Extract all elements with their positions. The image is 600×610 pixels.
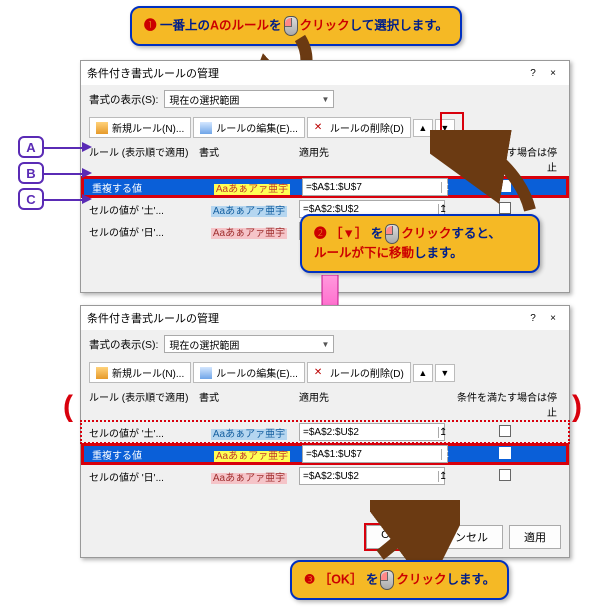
arrow-brown-2	[430, 130, 550, 220]
marker-C: C	[18, 188, 44, 210]
help-icon[interactable]: ?	[523, 313, 543, 324]
range-picker-icon[interactable]: ↥	[441, 449, 450, 460]
dialog-title: 条件付き書式ルールの管理	[87, 310, 523, 326]
range-picker-icon[interactable]: ↥	[438, 427, 447, 438]
step3-number: ❸	[304, 572, 315, 586]
titlebar: 条件付き書式ルールの管理 ? ×	[81, 61, 569, 85]
swap-paren-right: )	[572, 390, 582, 424]
move-up-button[interactable]: ▲	[413, 364, 433, 382]
range-A[interactable]: ↥	[302, 178, 448, 196]
range-picker-icon[interactable]: ↥	[438, 471, 447, 482]
dialog-rules-manager-after: 条件付き書式ルールの管理 ? × 書式の表示(S): 現在の選択範囲 ▼ 新規ル…	[80, 305, 570, 558]
rules-header: ルール (表示順で適用) 書式 適用先 条件を満たす場合は停止	[81, 387, 569, 421]
titlebar: 条件付き書式ルールの管理 ? ×	[81, 306, 569, 330]
marker-B-line	[44, 173, 84, 175]
range-C[interactable]: ↥	[299, 467, 445, 485]
mouse-icon	[380, 570, 394, 590]
dialog-title: 条件付き書式ルールの管理	[87, 65, 523, 81]
format-sample-C: Aaあぁアァ亜宇	[211, 473, 287, 484]
mouse-icon	[385, 224, 399, 244]
close-icon[interactable]: ×	[543, 68, 563, 79]
apply-button[interactable]: 適用	[509, 525, 561, 549]
close-icon[interactable]: ×	[543, 313, 563, 324]
format-sample-A: Aaあぁアァ亜宇	[214, 451, 290, 462]
arrow-brown-3	[370, 500, 460, 560]
callout-step2: ❷ ［▼］ をクリックすると、 ルールが下に移動します。	[300, 214, 540, 273]
format-sample-B: Aaあぁアァ亜宇	[211, 206, 287, 217]
stop-checkbox-B[interactable]	[499, 425, 511, 437]
format-sample-C: Aaあぁアァ亜宇	[211, 228, 287, 239]
move-down-button[interactable]: ▼	[435, 364, 455, 382]
display-for-dropdown[interactable]: 現在の選択範囲 ▼	[164, 90, 334, 108]
range-B[interactable]: ↥	[299, 423, 445, 441]
display-for-label: 書式の表示(S):	[89, 337, 158, 352]
rule-row-C[interactable]: セルの値が '日'... Aaあぁアァ亜宇 ↥	[81, 465, 569, 487]
marker-B-arrow	[82, 168, 92, 178]
rule-row-B[interactable]: セルの値が '土'... Aaあぁアァ亜宇 ↥	[81, 421, 569, 443]
marker-A-line	[44, 147, 84, 149]
stop-checkbox-A[interactable]	[499, 447, 511, 459]
new-rule-button[interactable]: 新規ルール(N)...	[89, 117, 191, 138]
format-sample-B: Aaあぁアァ亜宇	[211, 429, 287, 440]
dialog-footer: OK キャンセル 適用	[81, 517, 569, 557]
display-for-dropdown[interactable]: 現在の選択範囲 ▼	[164, 335, 334, 353]
delete-rule-button[interactable]: ✕ルールの削除(D)	[307, 362, 411, 383]
stop-checkbox-C[interactable]	[499, 469, 511, 481]
rule-row-A[interactable]: 重複する値 Aaあぁアァ亜宇 ↥	[81, 443, 569, 465]
marker-A: A	[18, 136, 44, 158]
chevron-down-icon: ▼	[322, 340, 330, 349]
marker-C-line	[44, 199, 84, 201]
chevron-down-icon: ▼	[322, 95, 330, 104]
swap-paren-left: )	[63, 390, 73, 424]
help-icon[interactable]: ?	[523, 68, 543, 79]
display-for-label: 書式の表示(S):	[89, 92, 158, 107]
marker-A-arrow	[82, 142, 92, 152]
delete-rule-button[interactable]: ✕ルールの削除(D)	[307, 117, 411, 138]
callout-step3: ❸ ［OK］ をクリックします。	[290, 560, 509, 600]
new-rule-button[interactable]: 新規ルール(N)...	[89, 362, 191, 383]
marker-C-arrow	[82, 194, 92, 204]
marker-B: B	[18, 162, 44, 184]
edit-rule-button[interactable]: ルールの編集(E)...	[193, 362, 305, 383]
format-sample-A: Aaあぁアァ亜宇	[214, 184, 290, 195]
step2-number: ❷	[314, 226, 327, 240]
edit-rule-button[interactable]: ルールの編集(E)...	[193, 117, 305, 138]
step1-number: ❶	[144, 18, 157, 32]
range-A[interactable]: ↥	[302, 445, 448, 463]
